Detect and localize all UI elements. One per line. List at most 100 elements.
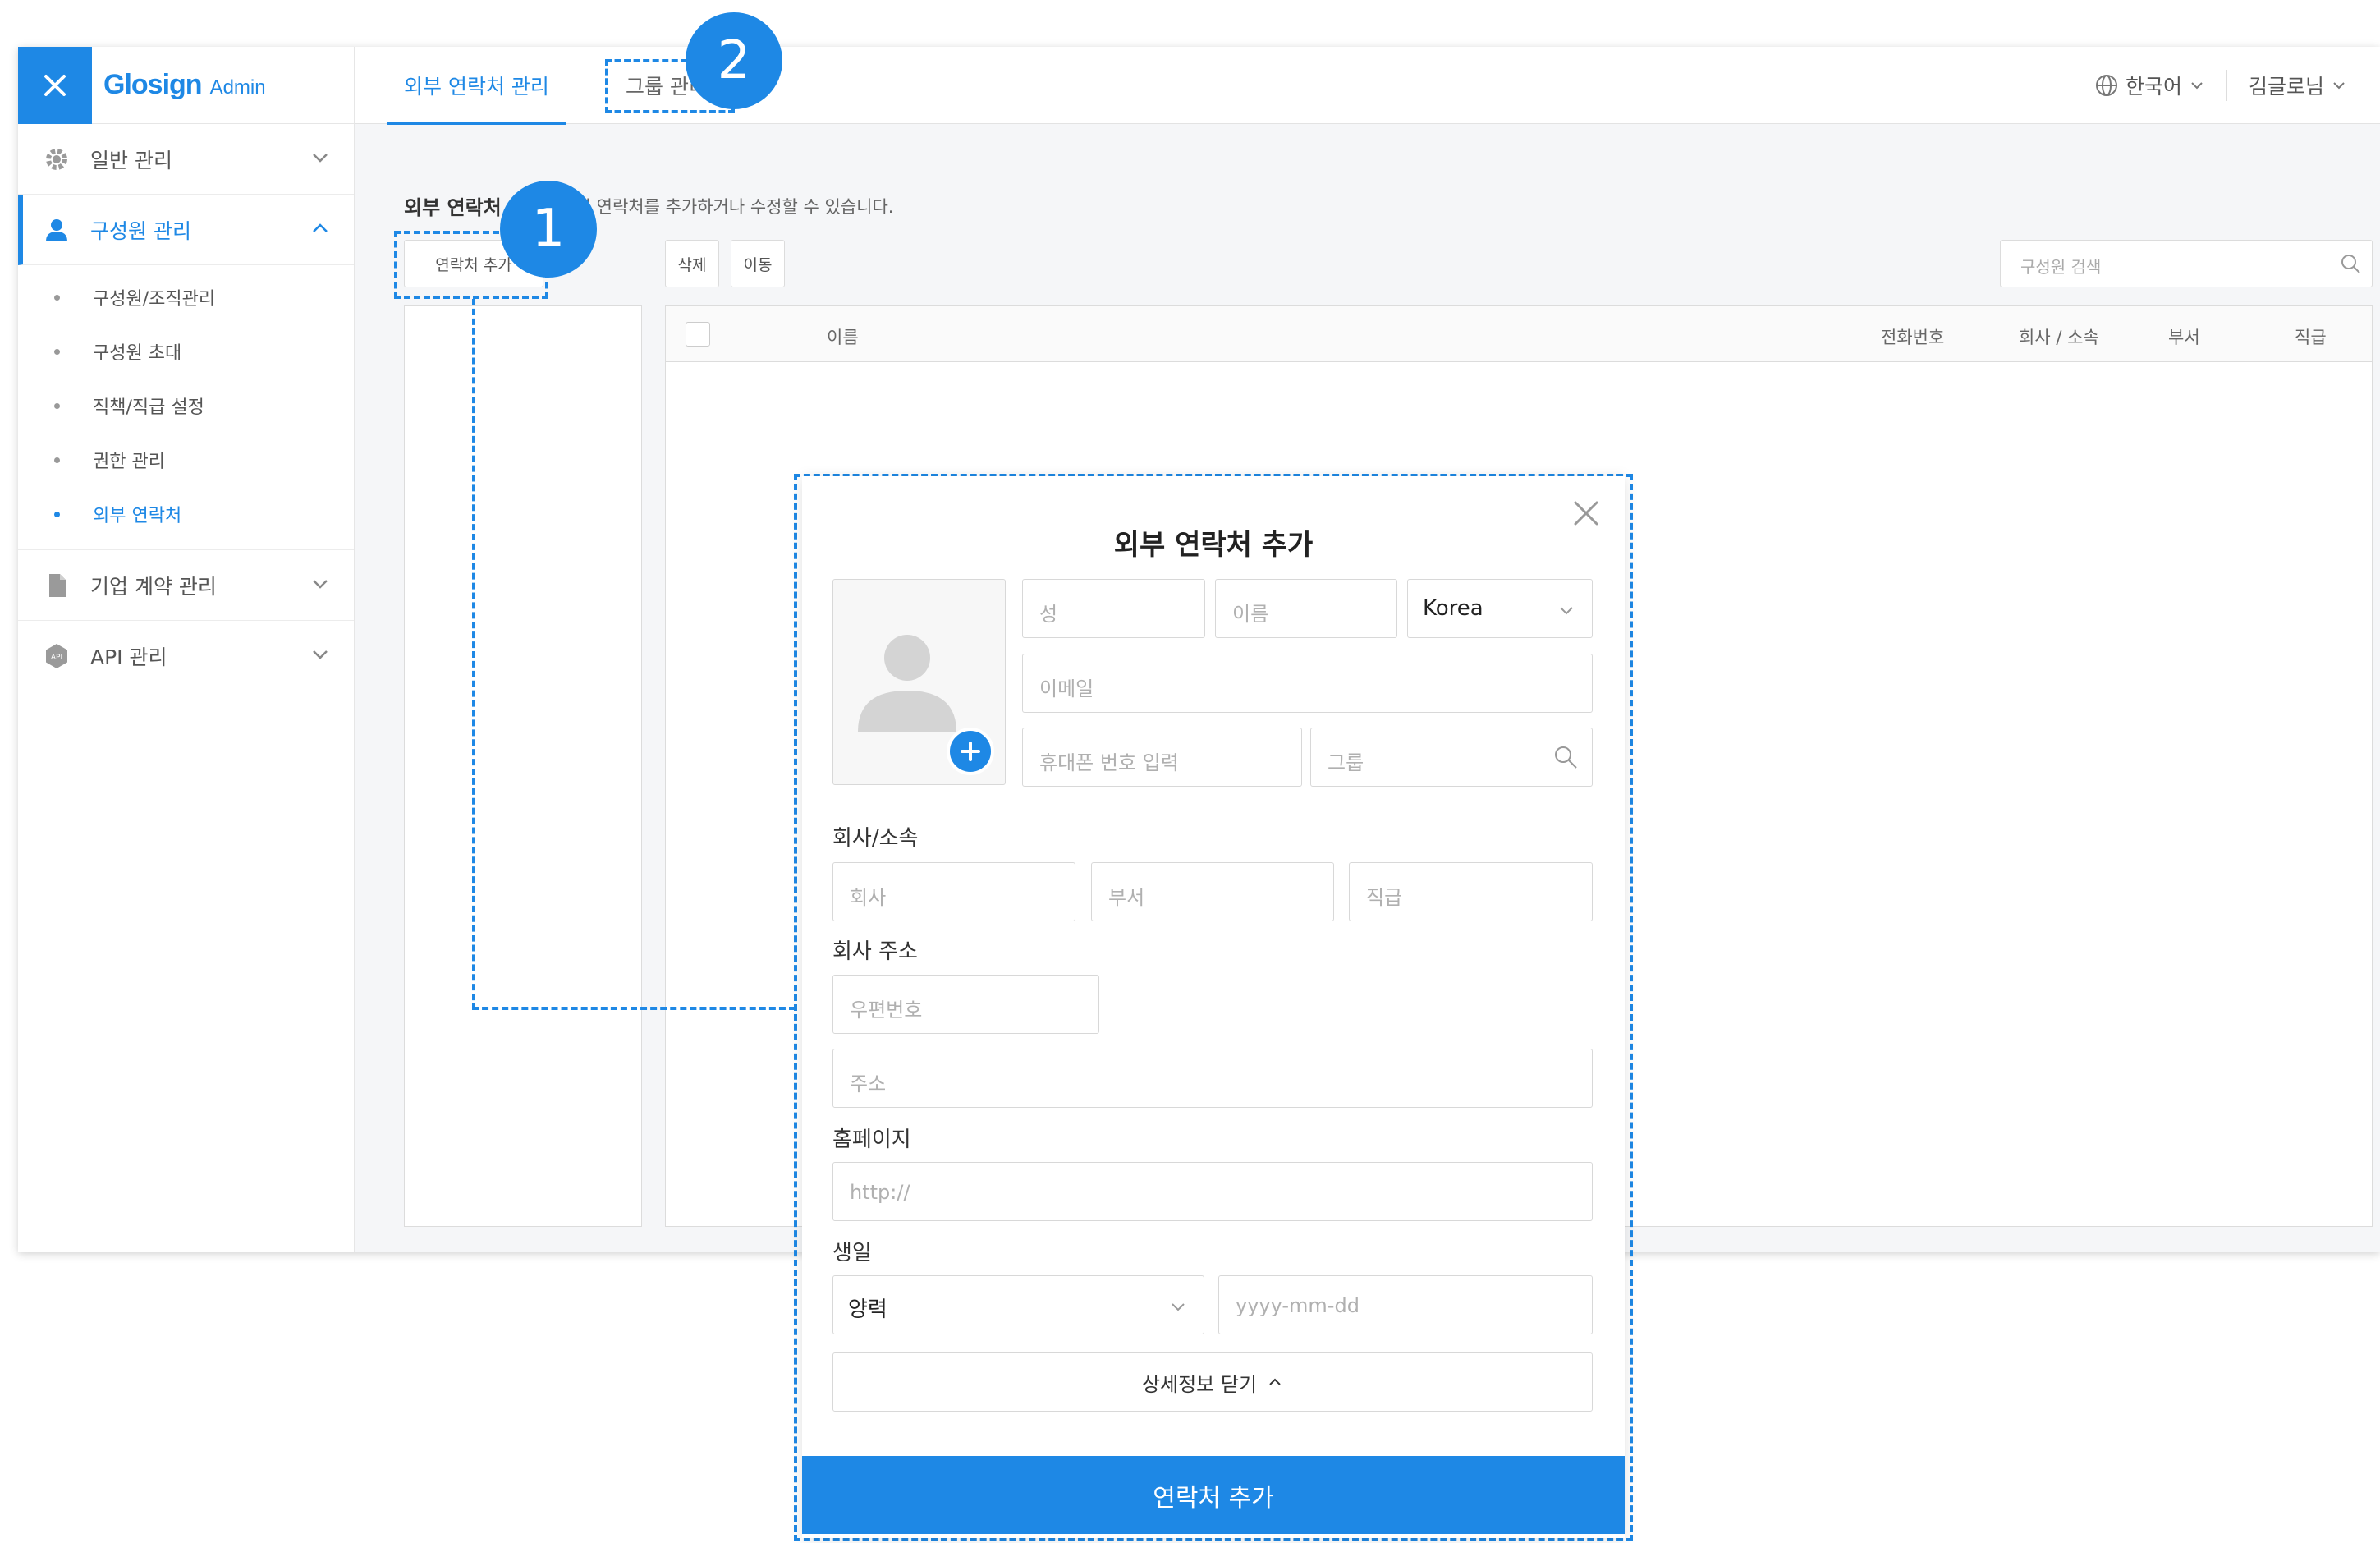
- plus-icon: [961, 742, 980, 761]
- placeholder: 우편번호: [850, 999, 923, 1022]
- column-position: 직급: [2295, 328, 2327, 347]
- sidebar-subitem-positions[interactable]: 직책/직급 설정: [18, 379, 354, 433]
- person-icon: [43, 216, 71, 244]
- placeholder: http://: [850, 1181, 910, 1204]
- homepage-label: 홈페이지: [832, 1127, 911, 1152]
- subitem-label: 구성원/조직관리: [93, 289, 216, 310]
- subitem-label: 권한 관리: [93, 452, 165, 472]
- placeholder: 그룹: [1328, 751, 1364, 774]
- sidebar-item-members[interactable]: 구성원 관리: [18, 195, 354, 265]
- chevron-down-icon: [313, 580, 328, 589]
- selected-value: 양력: [848, 1297, 887, 1322]
- subitem-label: 외부 연락처: [93, 506, 182, 526]
- company-input[interactable]: 회사: [832, 862, 1075, 921]
- api-icon: API: [43, 642, 71, 670]
- zipcode-input[interactable]: 우편번호: [832, 975, 1099, 1034]
- connector-line: [472, 1007, 796, 1010]
- sidebar-subitem-permissions[interactable]: 권한 관리: [18, 433, 354, 487]
- group-tree-panel: [404, 305, 642, 1227]
- chevron-down-icon: [2191, 82, 2203, 90]
- globe-icon: [2095, 75, 2117, 96]
- divider: [2226, 70, 2227, 101]
- homepage-input[interactable]: http://: [832, 1162, 1593, 1221]
- placeholder: 주소: [850, 1072, 887, 1095]
- chevron-down-icon: [2333, 82, 2345, 90]
- column-phone: 전화번호: [1881, 328, 1945, 347]
- placeholder: 휴대폰 번호 입력: [1039, 751, 1179, 774]
- add-contact-modal: 외부 연락처 추가 성 이름 Korea 이메일 휴대폰 번호 입력 그룹 회사…: [802, 476, 1625, 1538]
- section-title: 외부 연락처: [404, 196, 502, 219]
- email-input[interactable]: 이메일: [1022, 654, 1593, 713]
- members-submenu: 구성원/조직관리 구성원 초대 직책/직급 설정 권한 관리 외부 연락처: [18, 265, 354, 550]
- svg-text:API: API: [51, 654, 62, 662]
- department-input[interactable]: 부서: [1091, 862, 1334, 921]
- close-sidebar-button[interactable]: [18, 46, 92, 124]
- company-label: 회사/소속: [832, 826, 919, 851]
- modal-title: 외부 연락처 추가: [1113, 529, 1314, 562]
- tab-external-contacts[interactable]: 외부 연락처 관리: [387, 47, 566, 125]
- placeholder: yyyy-mm-dd: [1236, 1294, 1360, 1317]
- brand-sub: Admin: [209, 76, 266, 99]
- subitem-label: 구성원 초대: [93, 343, 182, 364]
- placeholder: 이름: [1232, 603, 1269, 626]
- connector-line: [472, 299, 475, 1010]
- top-right-menu: 한국어 김글로님: [2094, 47, 2347, 124]
- placeholder: 이메일: [1039, 677, 1094, 700]
- section-description: 외부의 연락처를 추가하거나 수정할 수 있습니다.: [543, 197, 894, 217]
- toggle-details-button[interactable]: 상세정보 닫기: [832, 1352, 1593, 1412]
- logo-bar: Glosign Admin: [18, 46, 354, 124]
- delete-button[interactable]: 삭제: [665, 240, 719, 287]
- submit-add-contact-button[interactable]: 연락처 추가: [802, 1456, 1625, 1534]
- position-input[interactable]: 직급: [1349, 862, 1593, 921]
- phone-input[interactable]: 휴대폰 번호 입력: [1022, 728, 1302, 787]
- chevron-down-icon: [1560, 607, 1573, 615]
- address-label: 회사 주소: [832, 939, 918, 964]
- language-label: 한국어: [2125, 75, 2182, 99]
- member-search-input[interactable]: 구성원 검색: [2000, 240, 2373, 287]
- select-all-checkbox[interactable]: [686, 322, 710, 347]
- avatar-icon: [858, 635, 956, 732]
- search-icon: [1555, 746, 1577, 769]
- calendar-type-select[interactable]: 양력: [832, 1275, 1204, 1334]
- sidebar-subitem-org[interactable]: 구성원/조직관리: [18, 270, 354, 324]
- last-name-input[interactable]: 성: [1022, 579, 1205, 638]
- sidebar-item-contracts[interactable]: 기업 계약 관리: [18, 550, 354, 621]
- subitem-label: 직책/직급 설정: [93, 397, 204, 418]
- sidebar-item-general[interactable]: 일반 관리: [18, 124, 354, 195]
- column-department: 부서: [2168, 328, 2200, 347]
- gear-icon: [43, 145, 71, 173]
- add-photo-button[interactable]: [947, 728, 994, 775]
- sidebar: Glosign Admin 일반 관리 구성원 관리 구성원/조직관리 구성원 …: [18, 46, 355, 1252]
- search-icon: [2341, 255, 2360, 273]
- column-company: 회사 / 소속: [2019, 328, 2099, 347]
- user-menu[interactable]: 김글로님: [2249, 71, 2347, 100]
- sidebar-item-label: 구성원 관리: [90, 218, 191, 243]
- placeholder: 회사: [850, 886, 887, 909]
- sidebar-item-api[interactable]: API API 관리: [18, 621, 354, 691]
- profile-photo: [832, 579, 1006, 785]
- birthday-input[interactable]: yyyy-mm-dd: [1218, 1275, 1593, 1334]
- close-icon: [44, 74, 66, 96]
- placeholder: 부서: [1108, 886, 1145, 909]
- table-header: 이름 전화번호 회사 / 소속 부서 직급: [666, 306, 2372, 362]
- address-input[interactable]: 주소: [832, 1049, 1593, 1108]
- chevron-up-icon: [1269, 1378, 1281, 1385]
- brand-logo: Glosign: [103, 69, 203, 100]
- sidebar-item-label: 기업 계약 관리: [90, 574, 217, 599]
- group-search-input[interactable]: 그룹: [1310, 728, 1593, 787]
- step-badge-1: 1: [500, 181, 597, 278]
- placeholder: 성: [1039, 603, 1058, 626]
- birthday-label: 생일: [832, 1241, 872, 1265]
- sidebar-subitem-external-contacts[interactable]: 외부 연락처: [18, 487, 354, 541]
- move-button[interactable]: 이동: [731, 240, 785, 287]
- column-name: 이름: [827, 328, 859, 347]
- chevron-down-icon: [313, 650, 328, 659]
- placeholder: 직급: [1366, 886, 1403, 909]
- country-select[interactable]: Korea: [1407, 579, 1593, 638]
- sidebar-item-label: API 관리: [90, 645, 167, 669]
- language-selector[interactable]: 한국어: [2094, 71, 2205, 100]
- search-placeholder: 구성원 검색: [2020, 257, 2102, 277]
- first-name-input[interactable]: 이름: [1215, 579, 1397, 638]
- sidebar-subitem-invite[interactable]: 구성원 초대: [18, 324, 354, 379]
- document-icon: [43, 572, 71, 599]
